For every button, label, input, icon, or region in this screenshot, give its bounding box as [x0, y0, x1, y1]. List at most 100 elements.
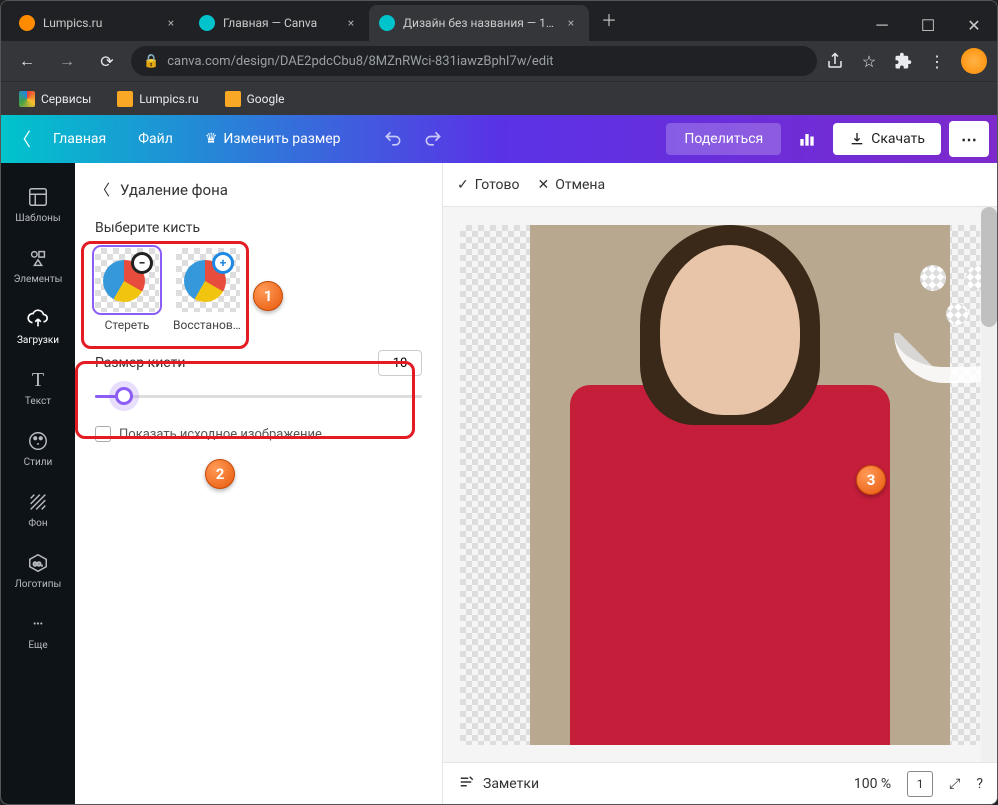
subject-person [530, 225, 950, 745]
canvas-footer: Заметки 100 % 1 ⤢ ? [443, 762, 997, 804]
background-icon [26, 490, 50, 514]
chevron-left-icon: 〈 [95, 179, 110, 200]
folder-icon [225, 91, 241, 107]
annotation-badge-1: 1 [253, 281, 283, 311]
brush-erase-option[interactable]: − Стереть [95, 248, 159, 332]
rail-label: Логотипы [15, 579, 62, 590]
analytics-icon[interactable] [789, 121, 825, 157]
more-options-button[interactable]: ⋯ [949, 121, 989, 157]
undo-button[interactable] [375, 121, 411, 157]
done-label: Готово [475, 177, 520, 193]
rail-styles[interactable]: Стили [1, 419, 75, 478]
canvas-image[interactable]: 3 [460, 225, 980, 745]
templates-icon [26, 185, 50, 209]
rail-label: Загрузки [17, 335, 59, 346]
download-label: Скачать [871, 131, 925, 147]
rail-label: Элементы [14, 274, 63, 285]
download-button[interactable]: Скачать [833, 123, 941, 155]
maximize-button[interactable]: ☐ [905, 9, 951, 41]
apps-shortcut[interactable]: Сервисы [13, 87, 97, 111]
panel-back-button[interactable]: 〈 Удаление фона [95, 179, 422, 200]
favicon-icon [19, 15, 35, 31]
apps-icon [19, 91, 35, 107]
browser-tab[interactable]: Главная — Canva × [189, 5, 369, 41]
bookmark-label: Сервисы [41, 92, 91, 106]
favicon-icon [379, 15, 395, 31]
rail-label: Шаблоны [15, 213, 60, 224]
choose-brush-label: Выберите кисть [95, 220, 422, 236]
share-button[interactable]: Поделиться [666, 123, 781, 155]
extensions-icon[interactable] [893, 51, 913, 71]
close-icon[interactable]: × [343, 15, 359, 31]
rail-more[interactable]: ••• Еще [1, 602, 75, 661]
url-input[interactable]: 🔒 canva.com/design/DAE2pdcCbu8/8MZnRWci-… [131, 46, 817, 76]
canvas-viewport[interactable]: 3 ︿ [443, 207, 997, 762]
rail-logos[interactable]: co. Логотипы [1, 541, 75, 600]
rail-label: Фон [28, 518, 47, 529]
bookmark-label: Google [247, 92, 285, 106]
redo-button[interactable] [415, 121, 451, 157]
cancel-button[interactable]: ✕ Отмена [538, 177, 606, 193]
elements-icon [26, 246, 50, 270]
show-original-checkbox[interactable]: Показать исходное изображение [95, 426, 422, 442]
brush-size-slider[interactable] [95, 386, 422, 406]
zoom-level[interactable]: 100 % [854, 776, 891, 792]
browser-menu-icon[interactable]: ⋮ [927, 51, 947, 71]
share-url-icon[interactable] [825, 51, 845, 71]
cancel-label: Отмена [555, 177, 605, 193]
lock-icon: 🔒 [143, 54, 159, 69]
reload-button[interactable]: ⟳ [91, 45, 123, 77]
notes-button[interactable]: Заметки [457, 773, 539, 795]
fullscreen-icon[interactable]: ⤢ [949, 776, 960, 792]
browser-titlebar: Lumpics.ru × Главная — Canva × Дизайн бе… [1, 1, 997, 41]
tab-title: Lumpics.ru [43, 16, 155, 30]
close-icon[interactable]: × [163, 15, 179, 31]
notes-icon [457, 773, 475, 795]
file-menu[interactable]: Файл [124, 123, 187, 155]
done-button[interactable]: ✓ Готово [457, 177, 520, 193]
new-tab-button[interactable]: ＋ [595, 5, 623, 33]
canva-topbar: 〈 Главная Файл ♛ Изменить размер Поделит… [1, 115, 997, 163]
brush-restore-label: Восстанови... [173, 318, 243, 332]
brush-size-input[interactable]: 10 [378, 350, 422, 376]
annotation-badge-2: 2 [205, 459, 235, 489]
back-button[interactable]: ← [11, 45, 43, 77]
bookmark-star-icon[interactable]: ☆ [859, 51, 879, 71]
folder-icon [117, 91, 133, 107]
bookmark-item[interactable]: Lumpics.ru [111, 87, 204, 111]
help-icon[interactable]: ? [976, 776, 983, 792]
rail-background[interactable]: Фон [1, 480, 75, 539]
rail-elements[interactable]: Элементы [1, 236, 75, 295]
url-text: canva.com/design/DAE2pdcCbu8/8MZnRWci-83… [167, 54, 553, 69]
close-icon[interactable]: × [563, 15, 579, 31]
bookmark-item[interactable]: Google [219, 87, 291, 111]
minimize-button[interactable]: ─ [859, 9, 905, 41]
address-bar: ← → ⟳ 🔒 canva.com/design/DAE2pdcCbu8/8MZ… [1, 41, 997, 81]
crown-icon: ♛ [205, 131, 218, 147]
brush-restore-option[interactable]: + Восстанови... [173, 248, 243, 332]
panel-title: Удаление фона [120, 181, 228, 199]
bookmark-label: Lumpics.ru [139, 92, 198, 106]
brush-size-label: Размер кисти [95, 355, 185, 371]
rail-uploads[interactable]: Загрузки [1, 297, 75, 356]
brush-erase-thumb: − [95, 248, 159, 312]
slider-thumb[interactable] [115, 387, 133, 405]
rail-label: Текст [25, 396, 51, 407]
resize-menu[interactable]: ♛ Изменить размер [191, 123, 355, 155]
profile-avatar[interactable] [961, 48, 987, 74]
rail-templates[interactable]: Шаблоны [1, 175, 75, 234]
close-window-button[interactable]: ✕ [951, 9, 997, 41]
browser-tab-active[interactable]: Дизайн без названия — 1200 × [369, 5, 589, 41]
back-home-icon[interactable]: 〈 [9, 126, 35, 152]
text-icon: T [26, 368, 50, 392]
rail-text[interactable]: T Текст [1, 358, 75, 417]
browser-tab[interactable]: Lumpics.ru × [9, 5, 189, 41]
more-icon: ••• [26, 612, 50, 636]
cancel-icon: ✕ [538, 177, 550, 193]
vertical-scrollbar[interactable] [981, 207, 997, 762]
home-link[interactable]: Главная [39, 123, 120, 155]
tab-title: Дизайн без названия — 1200 [403, 16, 555, 30]
page-indicator[interactable]: 1 [907, 771, 933, 797]
annotation-badge-3: 3 [856, 465, 886, 495]
forward-button[interactable]: → [51, 45, 83, 77]
